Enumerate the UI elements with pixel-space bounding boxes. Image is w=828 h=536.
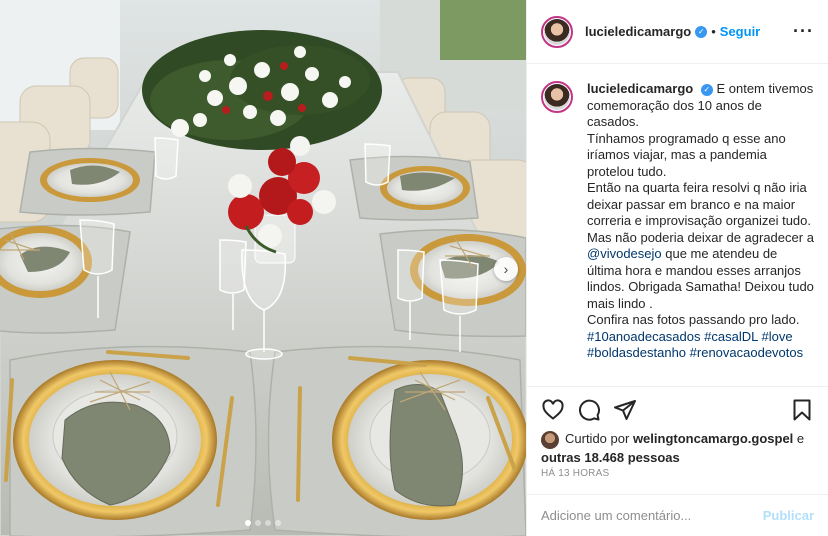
publish-button[interactable]: Publicar xyxy=(763,508,814,523)
instagram-post: › lucieledicamargo ✓ • Seguir ··· luciel… xyxy=(0,0,828,536)
comment-bubble-icon[interactable] xyxy=(577,398,601,422)
follow-button[interactable]: Seguir xyxy=(720,24,760,39)
liked-by-connector: e xyxy=(796,431,805,446)
liked-by-others-link[interactable]: outras 18.468 pessoas xyxy=(541,450,680,465)
hashtag-link[interactable]: #love xyxy=(761,329,792,344)
carousel-indicator xyxy=(0,520,526,526)
hashtag-link[interactable]: #boldasdestanho xyxy=(587,345,686,360)
post-sidebar: lucieledicamargo ✓ • Seguir ··· lucieled… xyxy=(526,0,828,536)
caption-line: Mas não poderia deixar de agradecer a xyxy=(587,229,814,245)
share-paper-plane-icon[interactable] xyxy=(613,398,637,422)
liked-by-user-link[interactable]: welingtoncamargo.gospel xyxy=(633,431,793,446)
post-actions xyxy=(527,388,828,432)
post-photo[interactable]: › xyxy=(0,0,526,536)
caption-username[interactable]: lucieledicamargo xyxy=(587,81,693,96)
verified-badge-icon: ✓ xyxy=(695,25,708,38)
separator-dot: • xyxy=(711,24,716,39)
avatar[interactable] xyxy=(541,15,573,48)
carousel-dot xyxy=(265,520,271,526)
mention-link[interactable]: @vivodesejo xyxy=(587,246,662,261)
hashtag-link[interactable]: #casalDL xyxy=(704,329,758,344)
add-comment-bar: Publicar xyxy=(527,494,828,536)
carousel-dot xyxy=(245,520,251,526)
username-link[interactable]: lucieledicamargo xyxy=(585,24,691,39)
comment-input[interactable] xyxy=(541,508,763,523)
post-caption: lucieledicamargo ✓ E ontem tivemos comem… xyxy=(587,81,814,386)
avatar[interactable] xyxy=(541,81,573,113)
hashtag-link[interactable]: #renovacaodevotos xyxy=(690,345,803,360)
table-setting-photo xyxy=(0,0,526,536)
comments-area[interactable]: lucieledicamargo ✓ E ontem tivemos comem… xyxy=(527,65,828,387)
liker-avatar[interactable] xyxy=(541,430,559,449)
carousel-dot xyxy=(255,520,261,526)
next-slide-button[interactable]: › xyxy=(494,257,518,281)
verified-badge-icon: ✓ xyxy=(700,83,713,96)
caption-line: Então na quarta feira resolvi q não iria… xyxy=(587,180,811,228)
like-heart-icon[interactable] xyxy=(541,398,565,422)
save-bookmark-icon[interactable] xyxy=(790,398,814,422)
liked-by-prefix: Curtido por xyxy=(565,431,630,446)
caption-line: Tínhamos programado q esse ano iríamos v… xyxy=(587,130,786,179)
more-options-icon[interactable]: ··· xyxy=(793,21,814,42)
carousel-dot xyxy=(275,520,281,526)
caption-line: Confira nas fotos passando pro lado. xyxy=(587,312,800,327)
likes-summary: Curtido por welingtoncamargo.gospel e ou… xyxy=(541,430,821,466)
post-timestamp[interactable]: HÁ 13 HORAS xyxy=(541,468,609,479)
post-header: lucieledicamargo ✓ • Seguir ··· xyxy=(527,0,828,64)
hashtag-link[interactable]: #10anoadecasados xyxy=(587,329,701,344)
